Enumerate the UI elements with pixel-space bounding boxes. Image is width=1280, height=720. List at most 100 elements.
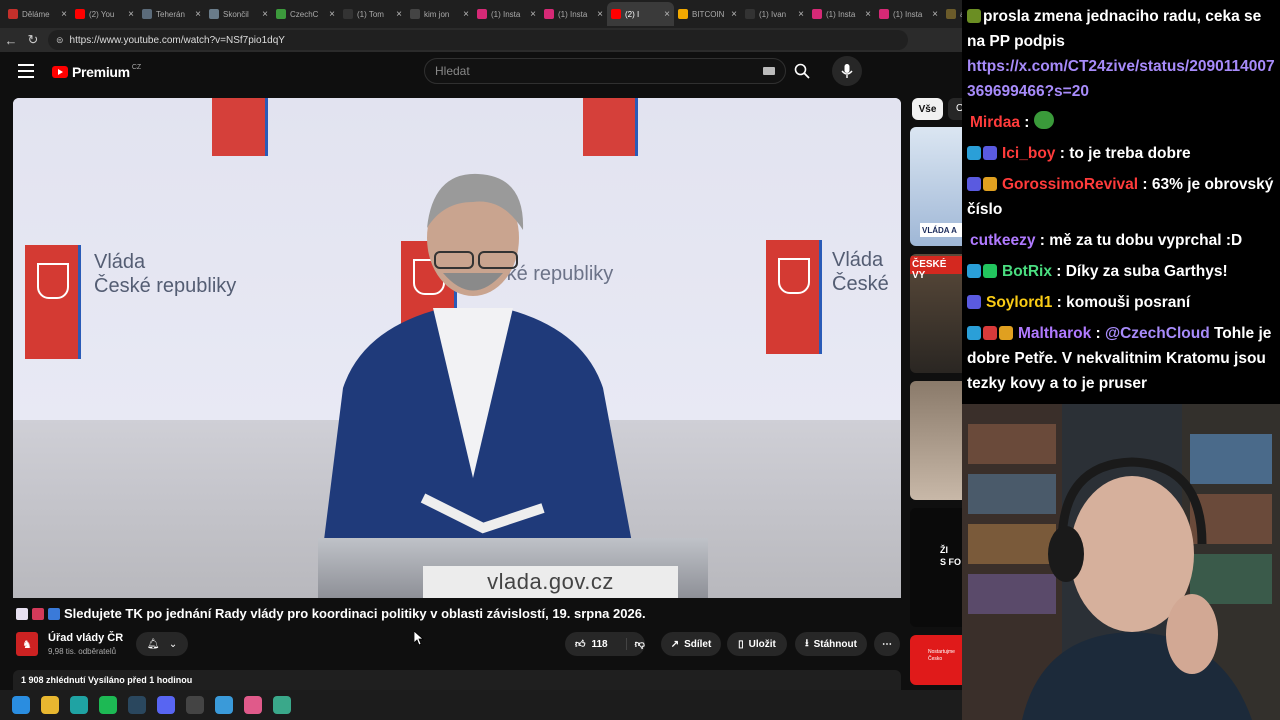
obs-icon[interactable] [186,696,204,714]
browser-tab[interactable]: CzechC × [272,2,339,26]
tab-favicon-icon [75,9,85,19]
chat-username[interactable]: BotRix [1002,263,1052,280]
menu-icon[interactable] [18,64,34,78]
tab-label: Dělámе [22,9,50,19]
chat-badge-icon [983,264,997,278]
back-arrow-icon[interactable]: ← [0,33,22,48]
browser-tab[interactable]: (1) Ivan × [741,2,808,26]
chat-username[interactable]: Mirdaa [970,114,1020,131]
browser-tab[interactable]: (1) Tom × [339,2,406,26]
reload-icon[interactable]: ↻ [22,32,44,48]
close-icon[interactable]: × [664,9,670,20]
browser-tab[interactable]: Dělámе × [4,2,71,26]
browser-tab[interactable]: (1) Insta × [473,2,540,26]
close-icon[interactable]: × [195,9,201,20]
chat-username[interactable]: GorossimoRevival [1002,176,1138,193]
close-icon[interactable]: × [530,9,536,20]
tab-label: (1) Insta [893,9,923,19]
video-meta-bar[interactable]: 1 908 zhlédnutí Vysíláno před 1 hodinou [13,670,901,690]
gov-text-right: Vláda České [832,249,889,295]
browser-tab[interactable]: Teherán × [138,2,205,26]
notepad-icon[interactable] [215,696,233,714]
tab-label: Teherán [156,9,185,19]
download-label: Stáhnout [813,638,857,650]
browser-tab[interactable]: Skončil × [205,2,272,26]
browser-tab[interactable]: (2) You × [71,2,138,26]
close-icon[interactable]: × [865,9,871,20]
browser-tab[interactable]: (1) Insta × [875,2,942,26]
close-icon[interactable]: × [61,9,67,20]
more-actions-button[interactable]: ⋯ [874,632,900,656]
sidebar-thumbnail[interactable]: ŽI S FO [910,508,962,627]
chat-username[interactable]: Maltharok [1018,325,1091,342]
chat-badge-icon [983,177,997,191]
chip-next[interactable]: O [948,98,964,120]
sidebar-thumbnail[interactable]: ČESKÉ VY [910,254,962,373]
browser-tab[interactable]: a× [942,2,962,26]
close-icon[interactable]: × [128,9,134,20]
browser-tab[interactable]: (2) I × [607,2,674,26]
red-square-emoji [32,607,44,620]
subscriber-count: 9,98 tis. odběratelů [48,647,117,656]
sidebar-thumbnail[interactable] [910,381,962,500]
gov-logo-right [766,240,822,354]
chat-username[interactable]: Soylord1 [986,294,1052,311]
close-icon[interactable]: × [731,9,737,20]
chat-badge-icon [967,326,981,340]
search-input[interactable]: Hledat [424,58,786,84]
subscribed-bell-button[interactable]: 🔔︎ ⌄ [136,632,188,656]
download-icon: ⭳ [805,637,809,649]
thumbnail-caption: ČESKÉ VY [910,256,962,281]
download-button[interactable]: ⭳ Stáhnout [795,632,867,656]
close-icon[interactable]: × [396,9,402,20]
tab-label: (2) You [89,9,115,19]
youtube-logo[interactable]: Premium CZ [52,64,141,80]
mouse-cursor-icon [414,631,424,645]
video-player[interactable]: Vláda České republiky České republiky Vl… [13,98,901,598]
tab-favicon-icon [745,9,755,19]
search-icon [794,63,810,79]
keyboard-icon[interactable] [763,67,775,75]
chat-mention[interactable]: @CzechCloud [1105,325,1210,342]
browser-tab[interactable]: BITCOIN × [674,2,741,26]
spotify-icon[interactable] [99,696,117,714]
channel-avatar[interactable]: ♞ [16,632,38,656]
chat-separator: : [1052,294,1067,311]
close-icon[interactable]: × [597,9,603,20]
save-button[interactable]: ▯ Uložit [727,632,787,656]
close-icon[interactable]: × [798,9,804,20]
url-field[interactable]: ⊜ https://www.youtube.com/watch?v=NSf7pi… [48,30,908,50]
steam-icon[interactable] [128,696,146,714]
close-icon[interactable]: × [932,9,938,20]
browser-tab[interactable]: (1) Insta × [808,2,875,26]
discord-icon[interactable] [157,696,175,714]
site-info-icon[interactable]: ⊜ [56,35,64,46]
sidebar-thumbnail[interactable]: VLÁDA A [910,127,962,246]
close-icon[interactable]: × [463,9,469,20]
app-icon[interactable] [244,696,262,714]
file-explorer-icon[interactable] [41,696,59,714]
chat-username[interactable]: Ici_boy [1002,145,1055,162]
bell-icon: 🔔︎ [146,638,160,650]
chat-link[interactable]: https://x.com/CT24zive/status/2090114007… [967,58,1275,100]
close-icon[interactable]: × [262,9,268,20]
chip-all[interactable]: Vše [912,98,943,120]
edge-browser-icon[interactable] [70,696,88,714]
like-button[interactable]: 👍︎ 118 [575,638,608,651]
sidebar-thumbnail[interactable]: Nostartujme Česko [910,635,962,685]
tab-favicon-icon [812,9,822,19]
browser-tab[interactable]: kim jon × [406,2,473,26]
share-button[interactable]: ↗ Sdílet [661,632,721,656]
browser-tab[interactable]: (1) Insta × [540,2,607,26]
close-icon[interactable]: × [329,9,335,20]
video-title-text: Sledujete TK po jednání Rady vlády pro k… [64,606,646,621]
chat-text: Díky za suba Garthys! [1065,263,1228,280]
windows-start-icon[interactable] [12,696,30,714]
youtube-play-icon [52,66,68,78]
chat-username[interactable]: cutkeezy [970,232,1035,249]
channel-name[interactable]: Úřad vlády ČR [48,632,123,644]
voice-search-button[interactable] [832,56,862,86]
search-button[interactable] [786,58,818,84]
dislike-button[interactable]: 👎︎ [625,638,645,650]
globe-icon[interactable] [273,696,291,714]
